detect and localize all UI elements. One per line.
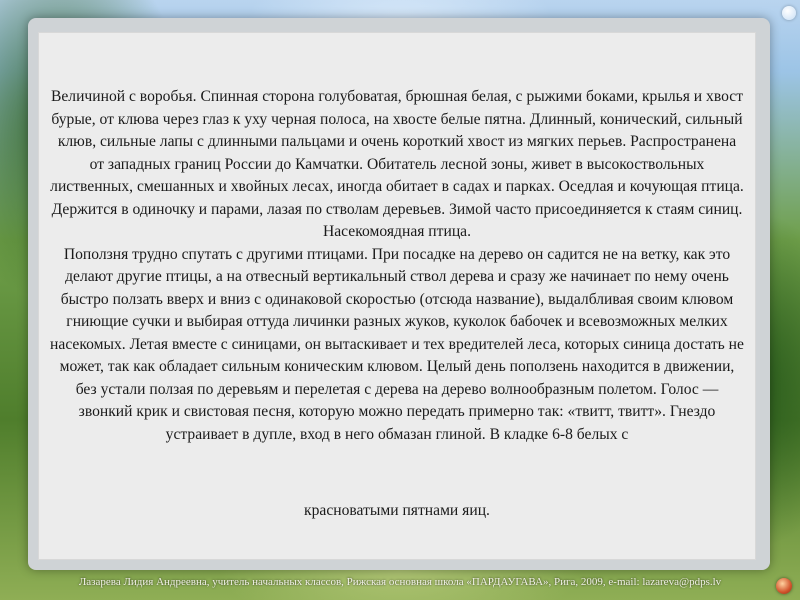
article-body: Величиной с воробья. Спинная сторона гол… (50, 86, 744, 446)
paragraph-behavior: Поползня трудно спутать с другими птицам… (50, 245, 744, 443)
corner-orb-icon-top (782, 6, 796, 20)
corner-orb-icon[interactable] (776, 578, 792, 594)
paragraph-description: Величиной с воробья. Спинная сторона гол… (50, 88, 744, 240)
closing-line: красноватыми пятнами яиц. (304, 502, 490, 519)
footer-credit: Лазарева Лидия Андреевна, учитель началь… (78, 576, 722, 588)
